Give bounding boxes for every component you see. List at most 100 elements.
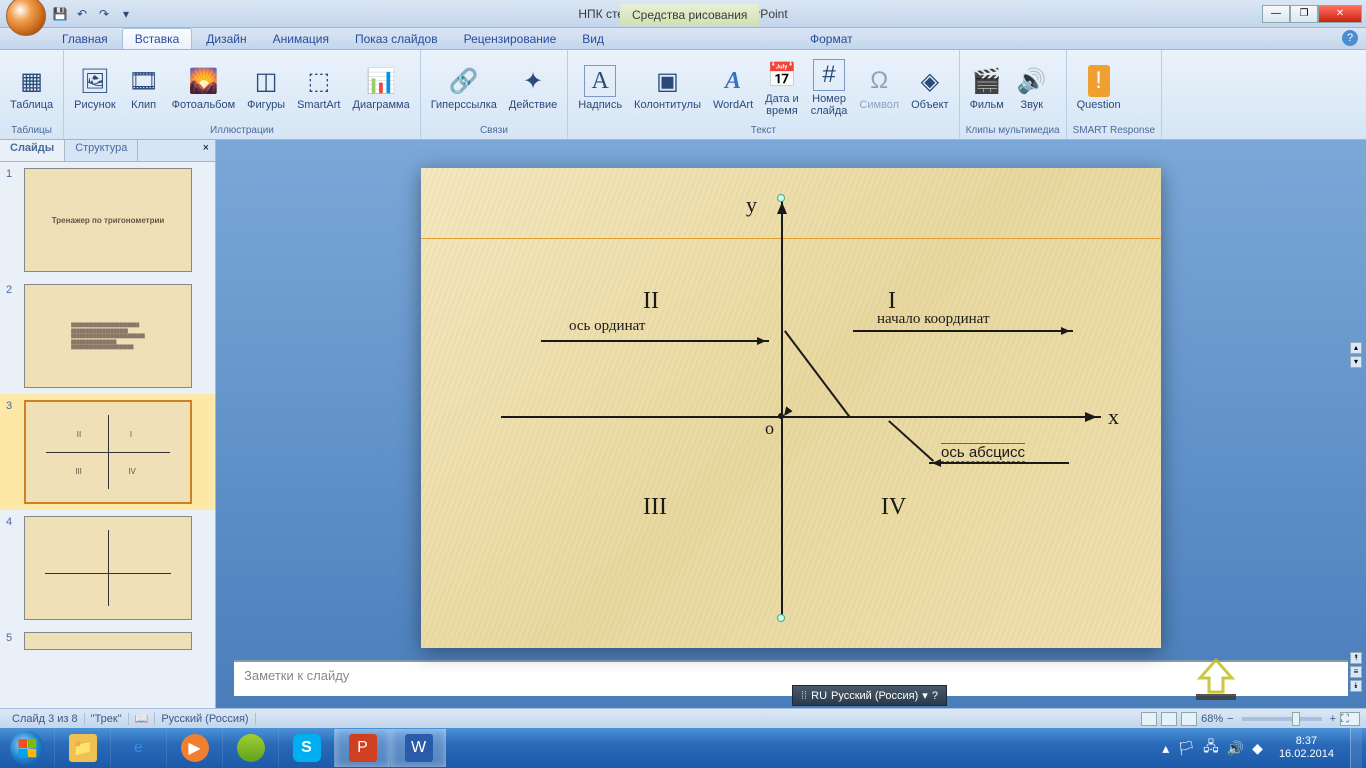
next-slide-button[interactable]: ▾	[1350, 356, 1362, 368]
tab-slideshow[interactable]: Показ слайдов	[343, 29, 450, 49]
taskbar-mediaplayer[interactable]: ▶	[166, 729, 222, 767]
slide-thumb-4[interactable]: 4	[0, 510, 215, 626]
origin-text: начало координат	[877, 311, 990, 328]
photoalbum-button[interactable]: 🌄Фотоальбом	[168, 63, 240, 113]
y-label: y	[746, 192, 757, 218]
group-text: Текст	[574, 124, 952, 137]
symbol-icon: Ω	[863, 65, 895, 97]
group-illustrations: Иллюстрации	[70, 124, 414, 137]
tray-volume-icon[interactable]: 🔊	[1227, 740, 1244, 757]
clock[interactable]: 8:37 16.02.2014	[1271, 735, 1342, 761]
tab-design[interactable]: Дизайн	[194, 29, 258, 49]
clip-button[interactable]: 🎞Клип	[124, 63, 164, 113]
taskbar-word[interactable]: W	[390, 729, 446, 767]
language-bar[interactable]: ⁞⁞ RU Русский (Россия) ▾?	[792, 685, 947, 706]
origin-line-diag[interactable]	[784, 330, 850, 417]
abscissa-line-diag[interactable]	[888, 420, 934, 461]
question-button[interactable]: !Question	[1073, 63, 1125, 113]
tab-review[interactable]: Рецензирование	[452, 29, 569, 49]
slide-thumb-3[interactable]: 3IIIIIIIV	[0, 394, 215, 510]
group-tables: Таблицы	[6, 124, 57, 137]
table-button[interactable]: ▦Таблица	[6, 63, 57, 113]
sound-button[interactable]: 🔊Звук	[1012, 63, 1052, 113]
slide-canvas[interactable]: y x o I II III IV ось ординат начало коо…	[421, 168, 1161, 648]
datetime-button[interactable]: 📅Дата и время	[761, 57, 803, 119]
tray-app-icon[interactable]: ◆	[1252, 740, 1263, 757]
zoom-out-button[interactable]: −	[1227, 713, 1233, 725]
headerfooter-button[interactable]: ▣Колонтитулы	[630, 63, 705, 113]
notes-pane[interactable]: Заметки к слайду	[234, 660, 1348, 696]
chart-button[interactable]: 📊Диаграмма	[349, 63, 414, 113]
slide-thumb-1[interactable]: 1Тренажер по тригонометрии	[0, 162, 215, 278]
tab-insert[interactable]: Вставка	[122, 28, 193, 49]
tab-view[interactable]: Вид	[570, 29, 616, 49]
start-button[interactable]	[0, 728, 54, 768]
language-indicator[interactable]: Русский (Россия)	[155, 713, 255, 725]
taskbar-powerpoint[interactable]: P	[334, 729, 390, 767]
selection-handle-bottom[interactable]	[777, 614, 785, 622]
slide-thumb-2[interactable]: 2███████████████████████████████████████…	[0, 278, 215, 394]
slides-tab[interactable]: Слайды	[0, 140, 65, 161]
taskbar-ie[interactable]: e	[110, 729, 166, 767]
tray-network-icon[interactable]: 🖧	[1203, 736, 1219, 760]
next-slide-nav[interactable]: ⯯	[1350, 680, 1362, 692]
normal-view-button[interactable]	[1141, 712, 1157, 726]
tab-format[interactable]: Формат	[798, 29, 865, 49]
slide-thumb-5[interactable]: 5	[0, 626, 215, 656]
help-button[interactable]: ?	[1342, 30, 1358, 46]
tab-animation[interactable]: Анимация	[261, 29, 341, 49]
taskbar-explorer[interactable]: 📁	[54, 729, 110, 767]
ribbon-tabs: Главная Вставка Дизайн Анимация Показ сл…	[0, 28, 1366, 50]
tray-show-hidden[interactable]: ▴	[1162, 740, 1169, 757]
panel-close-button[interactable]: ×	[197, 140, 215, 161]
fit-window-button[interactable]: ⛶	[1340, 712, 1360, 726]
save-button[interactable]: 💾	[52, 6, 68, 22]
headerfooter-icon: ▣	[652, 65, 684, 97]
selection-handle-top[interactable]	[777, 194, 785, 202]
y-axis-line[interactable]	[781, 198, 783, 618]
qat-customize[interactable]: ▾	[118, 6, 134, 22]
origin-label: o	[765, 418, 774, 439]
tray-flag-icon[interactable]: 🏳	[1177, 740, 1195, 757]
undo-button[interactable]: ↶	[74, 6, 90, 22]
object-button[interactable]: ◈Объект	[907, 63, 952, 113]
action-button[interactable]: ✦Действие	[505, 63, 561, 113]
navigation-buttons: ▴ ▾ ⯭ ≡ ⯯	[1350, 340, 1364, 694]
link-icon: 🔗	[448, 65, 480, 97]
picture-button[interactable]: 🖼Рисунок	[70, 63, 120, 113]
slides-panel: Слайды Структура × 1Тренажер по тригоном…	[0, 140, 216, 708]
outline-tab[interactable]: Структура	[65, 140, 138, 161]
taskbar-skype[interactable]: S	[278, 729, 334, 767]
redo-button[interactable]: ↷	[96, 6, 112, 22]
slide-nav-menu[interactable]: ≡	[1350, 666, 1362, 678]
sorter-view-button[interactable]	[1161, 712, 1177, 726]
quadrant-3: III	[643, 494, 667, 521]
maximize-button[interactable]: ❐	[1290, 5, 1318, 23]
smartart-button[interactable]: ⬚SmartArt	[293, 63, 344, 113]
show-desktop-button[interactable]	[1350, 728, 1362, 768]
zoom-in-button[interactable]: +	[1330, 713, 1336, 725]
zoom-level[interactable]: 68%	[1201, 713, 1223, 725]
close-button[interactable]: ✕	[1318, 5, 1362, 23]
slidenumber-button[interactable]: #Номер слайда	[807, 57, 852, 119]
spellcheck-indicator[interactable]: 📖	[129, 712, 156, 725]
x-axis-line[interactable]	[501, 416, 1101, 418]
origin-line-h[interactable]	[853, 330, 1073, 332]
slide-list[interactable]: 1Тренажер по тригонометрии 2████████████…	[0, 162, 215, 708]
wordart-button[interactable]: AWordArt	[709, 63, 757, 113]
object-icon: ◈	[914, 65, 946, 97]
slideshow-view-button[interactable]	[1181, 712, 1197, 726]
prev-slide-nav[interactable]: ⯭	[1350, 652, 1362, 664]
shapes-button[interactable]: ◫Фигуры	[243, 63, 289, 113]
textbox-button[interactable]: AНадпись	[574, 63, 626, 113]
zoom-slider[interactable]	[1242, 717, 1322, 721]
ordinate-arrow[interactable]	[541, 340, 769, 342]
hyperlink-button[interactable]: 🔗Гиперссылка	[427, 63, 501, 113]
movie-button[interactable]: 🎬Фильм	[966, 63, 1008, 113]
prev-slide-button[interactable]: ▴	[1350, 342, 1362, 354]
shapes-icon: ◫	[250, 65, 282, 97]
tab-home[interactable]: Главная	[50, 29, 120, 49]
minimize-button[interactable]: —	[1262, 5, 1290, 23]
taskbar-app1[interactable]	[222, 729, 278, 767]
abscissa-line-h[interactable]	[929, 462, 1069, 464]
